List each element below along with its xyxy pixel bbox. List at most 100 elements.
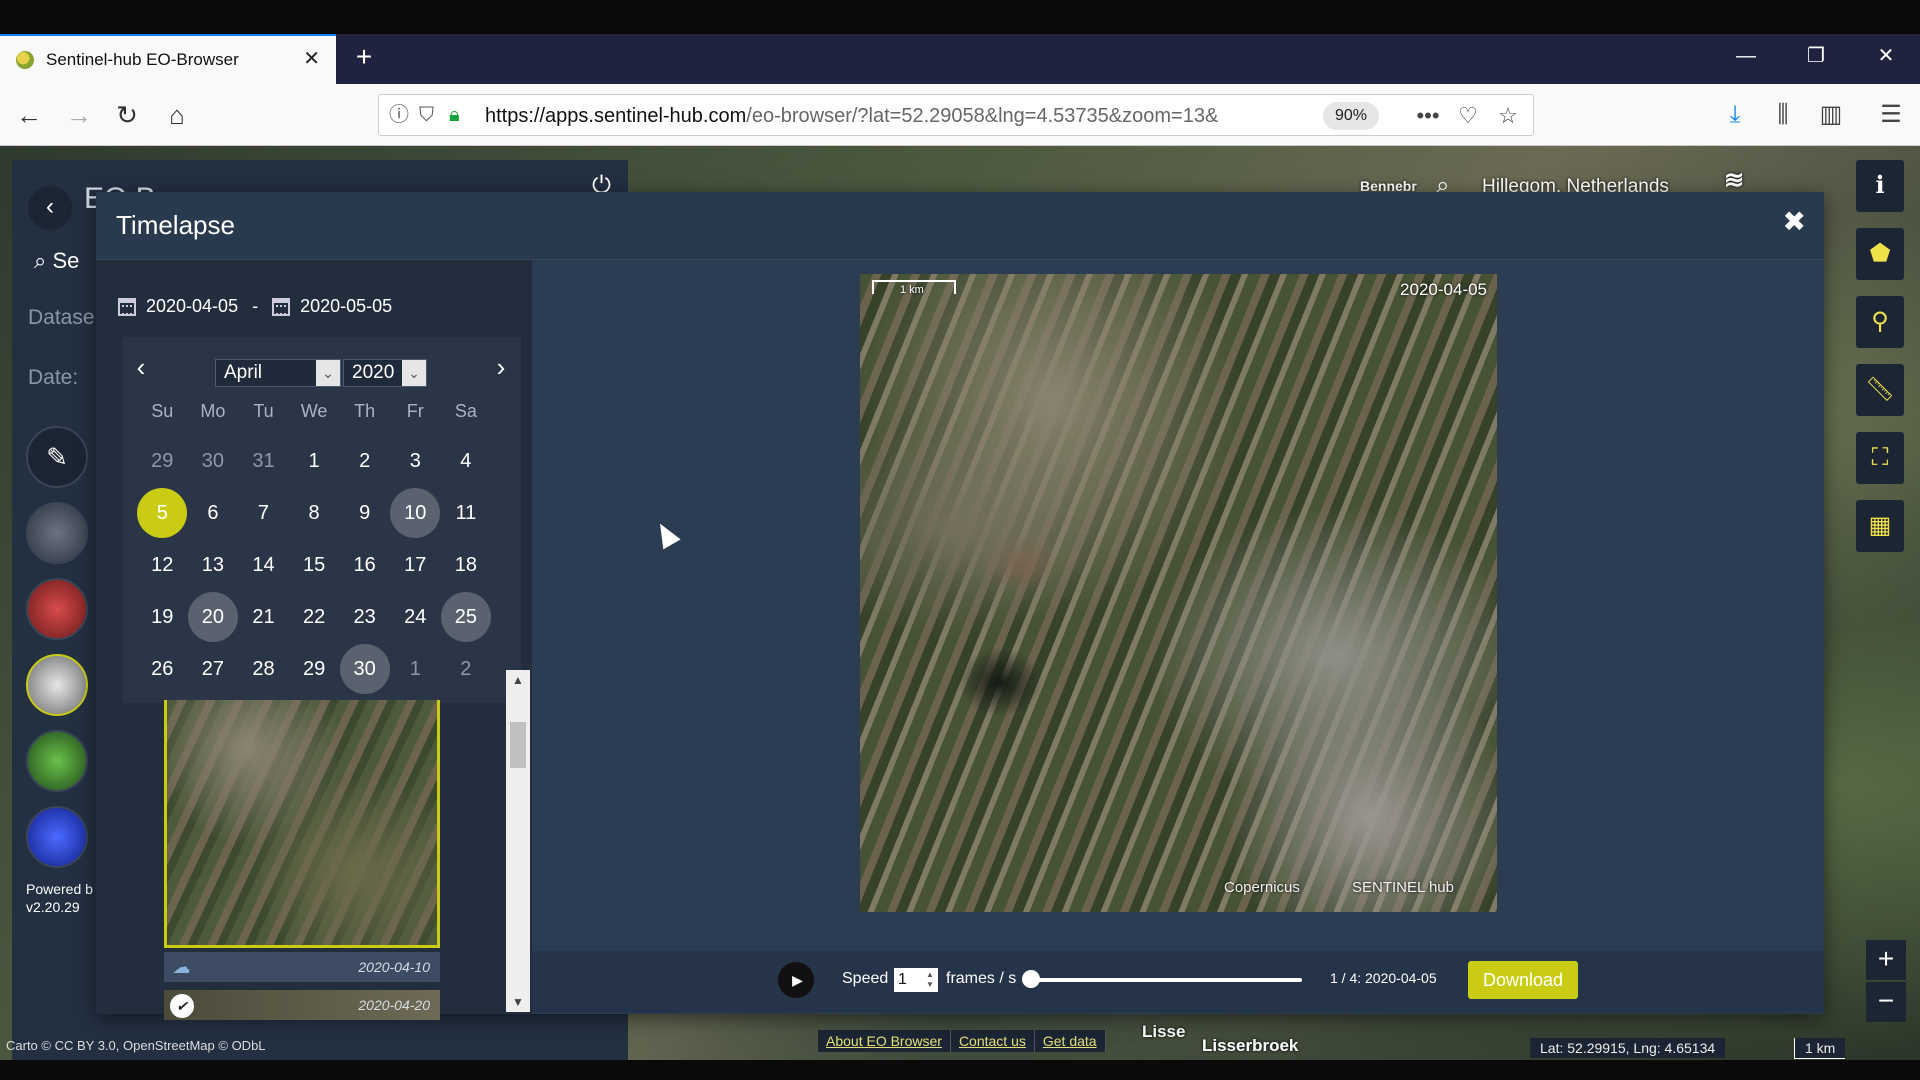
shield-icon[interactable]: ⛉: [419, 104, 434, 126]
scroll-up-icon[interactable]: ▲: [510, 672, 526, 688]
menu-hamburger-icon[interactable]: ☰: [1876, 100, 1906, 130]
date-to[interactable]: 2020-05-05: [300, 296, 392, 317]
layer-thumbnail[interactable]: [26, 730, 88, 792]
spinner-arrows-icon[interactable]: ▲ ▼: [924, 970, 936, 990]
calendar-day[interactable]: 13: [188, 539, 239, 591]
scrollbar-thumb[interactable]: [510, 722, 526, 768]
calendar-day[interactable]: 1: [289, 435, 340, 487]
calendar-day[interactable]: 30: [188, 435, 239, 487]
get-data-link[interactable]: Get data: [1035, 1030, 1106, 1052]
back-arrow-icon[interactable]: ←: [12, 98, 46, 132]
calendar-day-selected[interactable]: 5: [137, 487, 188, 539]
url-bar[interactable]: ⓘ ⛉ 🔒︎ https://apps.sentinel-hub.com/eo-…: [378, 94, 1534, 136]
forward-arrow-icon[interactable]: →: [62, 98, 96, 132]
reload-icon[interactable]: ↻: [110, 98, 144, 132]
layer-thumbnail[interactable]: [26, 502, 88, 564]
timelapse-frame-row[interactable]: ☁ 2020-04-10: [164, 952, 440, 982]
calendar-day[interactable]: 19: [137, 591, 188, 643]
speed-input[interactable]: 1 ▲ ▼: [894, 968, 938, 992]
prev-month-icon[interactable]: ‹: [129, 353, 153, 381]
calendar-day[interactable]: 10: [390, 487, 441, 539]
calendar-day[interactable]: 26: [137, 643, 188, 695]
calendar-day[interactable]: 28: [238, 643, 289, 695]
ruler-icon[interactable]: 📏︎: [1856, 364, 1904, 416]
calendar-day[interactable]: 9: [339, 487, 390, 539]
custom-script-brush-icon[interactable]: ✎: [26, 426, 88, 488]
calendar-day[interactable]: 8: [289, 487, 340, 539]
download-button[interactable]: Download: [1468, 961, 1578, 999]
calendar-day[interactable]: 30: [339, 643, 390, 695]
info-icon[interactable]: ⓘ: [389, 104, 409, 126]
calendar-day[interactable]: 22: [289, 591, 340, 643]
calendar-day[interactable]: 17: [390, 539, 441, 591]
date-from[interactable]: 2020-04-05: [146, 296, 238, 317]
zoom-level-badge[interactable]: 90%: [1323, 102, 1379, 130]
calendar-day[interactable]: 11: [441, 487, 492, 539]
close-window-button[interactable]: ✕: [1866, 44, 1906, 68]
calendar-day[interactable]: 1: [390, 643, 441, 695]
info-icon[interactable]: ℹ: [1856, 160, 1904, 212]
minimize-button[interactable]: —: [1726, 44, 1766, 68]
image-download-icon[interactable]: ⛶: [1856, 432, 1904, 484]
collapse-panel-button[interactable]: ‹: [28, 186, 72, 230]
page-actions-icon[interactable]: •••: [1413, 101, 1443, 131]
calendar-day[interactable]: 2: [441, 643, 492, 695]
calendar-day[interactable]: 21: [238, 591, 289, 643]
layers-icon[interactable]: ≋: [1724, 166, 1744, 195]
calendar-day[interactable]: 31: [238, 435, 289, 487]
calendar-day[interactable]: 12: [137, 539, 188, 591]
zoom-out-button[interactable]: −: [1866, 982, 1906, 1022]
scroll-down-icon[interactable]: ▼: [510, 994, 526, 1010]
modal-close-icon[interactable]: ✖: [1783, 206, 1806, 238]
frame-slider-handle[interactable]: [1022, 970, 1040, 988]
year-value: 2020: [352, 362, 395, 383]
calendar-day[interactable]: 15: [289, 539, 340, 591]
polygon-icon[interactable]: ⬟: [1856, 228, 1904, 280]
calendar-day[interactable]: 4: [441, 435, 492, 487]
calendar-day[interactable]: 27: [188, 643, 239, 695]
restore-button[interactable]: ❐: [1796, 44, 1836, 68]
about-link[interactable]: About EO Browser: [818, 1030, 951, 1052]
calendar-day[interactable]: 16: [339, 539, 390, 591]
calendar-day[interactable]: 23: [339, 591, 390, 643]
frame-slider-track[interactable]: [1030, 978, 1302, 982]
year-select[interactable]: 2020 ⌄: [343, 359, 427, 387]
timelapse-thumbnail-selected[interactable]: [164, 700, 440, 948]
search-tab[interactable]: ⌕ Se: [34, 248, 79, 274]
home-icon[interactable]: ⌂: [160, 98, 194, 132]
zoom-in-button[interactable]: +: [1866, 940, 1906, 980]
calendar-day[interactable]: 3: [390, 435, 441, 487]
sidebar-icon[interactable]: ▥: [1816, 100, 1846, 130]
calendar-day[interactable]: 29: [289, 643, 340, 695]
location-pin-icon[interactable]: ⚲: [1856, 296, 1904, 348]
url-text[interactable]: https://apps.sentinel-hub.com/eo-browser…: [485, 105, 1245, 128]
play-icon[interactable]: ▶: [778, 962, 814, 998]
month-select[interactable]: April ⌄: [215, 359, 341, 387]
calendar-day[interactable]: 29: [137, 435, 188, 487]
bookmark-star-icon[interactable]: ☆: [1493, 101, 1523, 131]
layer-thumbnail[interactable]: [26, 578, 88, 640]
lock-icon[interactable]: 🔒︎: [449, 104, 460, 126]
timelapse-frame-row[interactable]: ✔ 2020-04-20: [164, 990, 440, 1020]
layer-thumbnail-selected[interactable]: [26, 654, 88, 716]
calendar-day[interactable]: 20: [187, 591, 239, 643]
timelapse-film-icon[interactable]: ▦: [1856, 500, 1904, 552]
checkmark-icon[interactable]: ✔: [170, 994, 194, 1018]
calendar-day[interactable]: 18: [441, 539, 492, 591]
calendar-day[interactable]: 6: [188, 487, 239, 539]
next-month-icon[interactable]: ›: [489, 353, 513, 381]
contact-link[interactable]: Contact us: [951, 1030, 1035, 1052]
layer-thumbnail[interactable]: [26, 806, 88, 868]
library-icon[interactable]: ⫼: [1768, 100, 1798, 130]
download-arrow-icon[interactable]: ⤓: [1720, 100, 1750, 130]
calendar-day[interactable]: 7: [238, 487, 289, 539]
tab-close-icon[interactable]: ✕: [303, 48, 320, 70]
calendar-day[interactable]: 2: [339, 435, 390, 487]
calendar-day[interactable]: 14: [238, 539, 289, 591]
calendar-day[interactable]: 25: [440, 591, 492, 643]
pocket-icon[interactable]: ♡: [1453, 101, 1483, 131]
browser-tab[interactable]: Sentinel-hub EO-Browser ✕: [0, 34, 336, 84]
new-tab-button[interactable]: +: [348, 42, 380, 74]
thumbnail-scrollbar[interactable]: ▲ ▼: [506, 670, 530, 1012]
calendar-day[interactable]: 24: [390, 591, 441, 643]
